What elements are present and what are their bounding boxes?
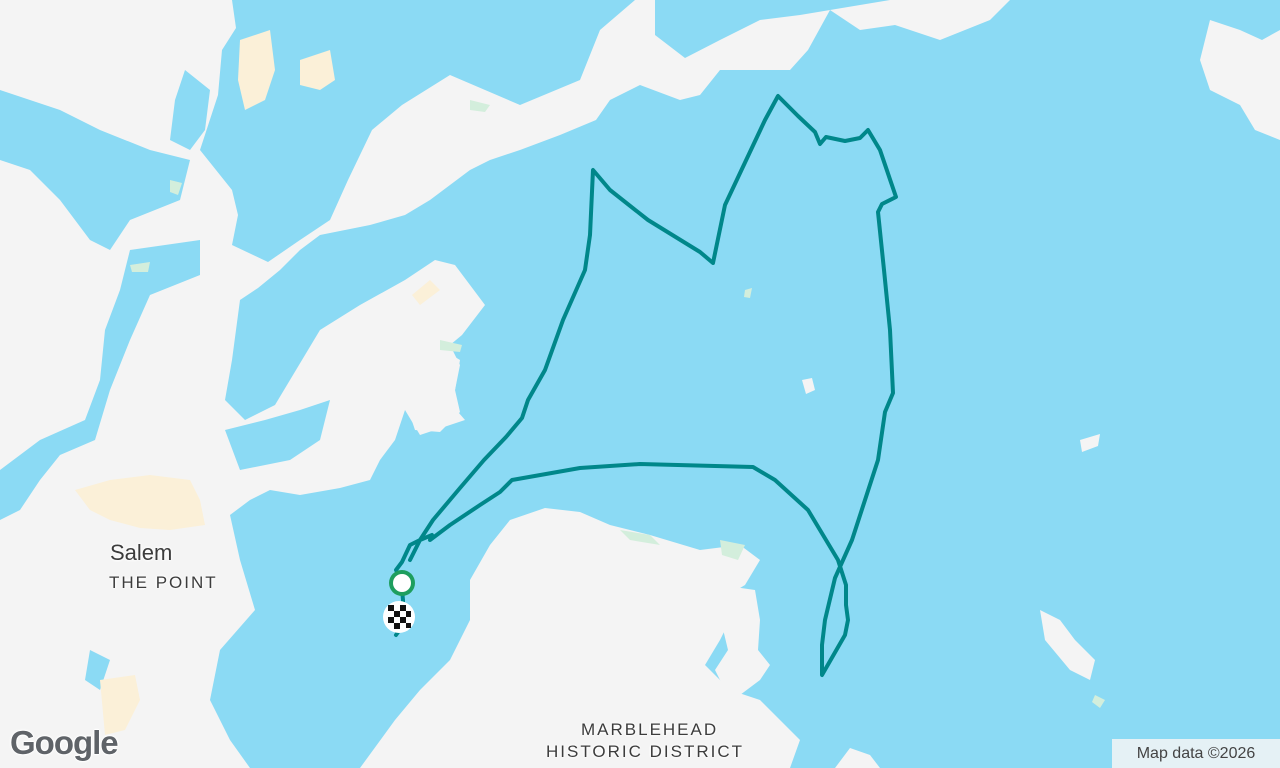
map-viewport[interactable]: Salem THE POINT MARBLEHEAD HISTORIC DIST… <box>0 0 1280 768</box>
district-label-historic-district: HISTORIC DISTRICT <box>546 742 745 761</box>
finish-marker[interactable] <box>383 601 415 633</box>
map-attribution[interactable]: Map data ©2026 <box>1112 739 1280 768</box>
start-marker[interactable] <box>389 570 415 596</box>
google-logo[interactable]: Google <box>10 724 119 762</box>
city-label-salem: Salem <box>110 540 173 565</box>
neighborhood-label-the-point: THE POINT <box>109 573 218 592</box>
map-canvas[interactable] <box>0 0 1280 768</box>
start-circle-inner <box>393 574 411 592</box>
district-label-marblehead: MARBLEHEAD <box>581 720 719 739</box>
